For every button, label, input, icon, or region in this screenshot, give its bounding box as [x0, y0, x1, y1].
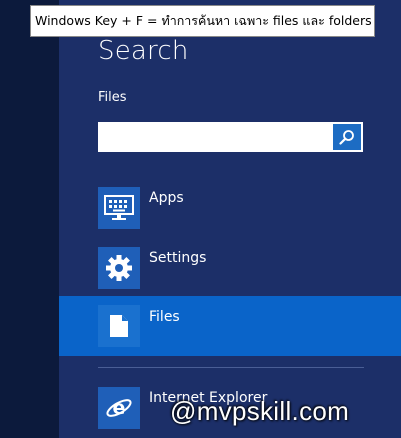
settings-tile [98, 247, 140, 289]
search-heading: Search [98, 36, 189, 66]
svg-text:e: e [113, 397, 126, 419]
gear-icon [106, 255, 132, 281]
settings-label: Settings [149, 250, 207, 266]
files-tile [98, 305, 140, 347]
apps-tile [98, 187, 140, 229]
desktop-background [0, 0, 59, 438]
search-filter-files[interactable]: Files [59, 296, 401, 356]
site-watermark: @mvpskill.com [170, 396, 350, 426]
document-icon [110, 315, 128, 337]
search-filter-apps[interactable]: Apps [59, 180, 401, 236]
files-label: Files [149, 309, 180, 325]
search-button[interactable] [333, 124, 361, 150]
results-divider [98, 367, 364, 368]
magnifier-icon [339, 130, 354, 145]
keyboard-icon [104, 195, 134, 220]
internet-explorer-icon: e [106, 397, 132, 419]
search-box [98, 122, 363, 152]
shortcut-caption: Windows Key + F = ทำการค้นหา เฉพาะ files… [30, 5, 375, 37]
search-filter-settings[interactable]: Settings [59, 240, 401, 296]
apps-label: Apps [149, 190, 184, 206]
search-scope-label: Files [98, 90, 127, 105]
search-input[interactable] [98, 122, 333, 152]
internet-explorer-tile: e [98, 387, 140, 429]
